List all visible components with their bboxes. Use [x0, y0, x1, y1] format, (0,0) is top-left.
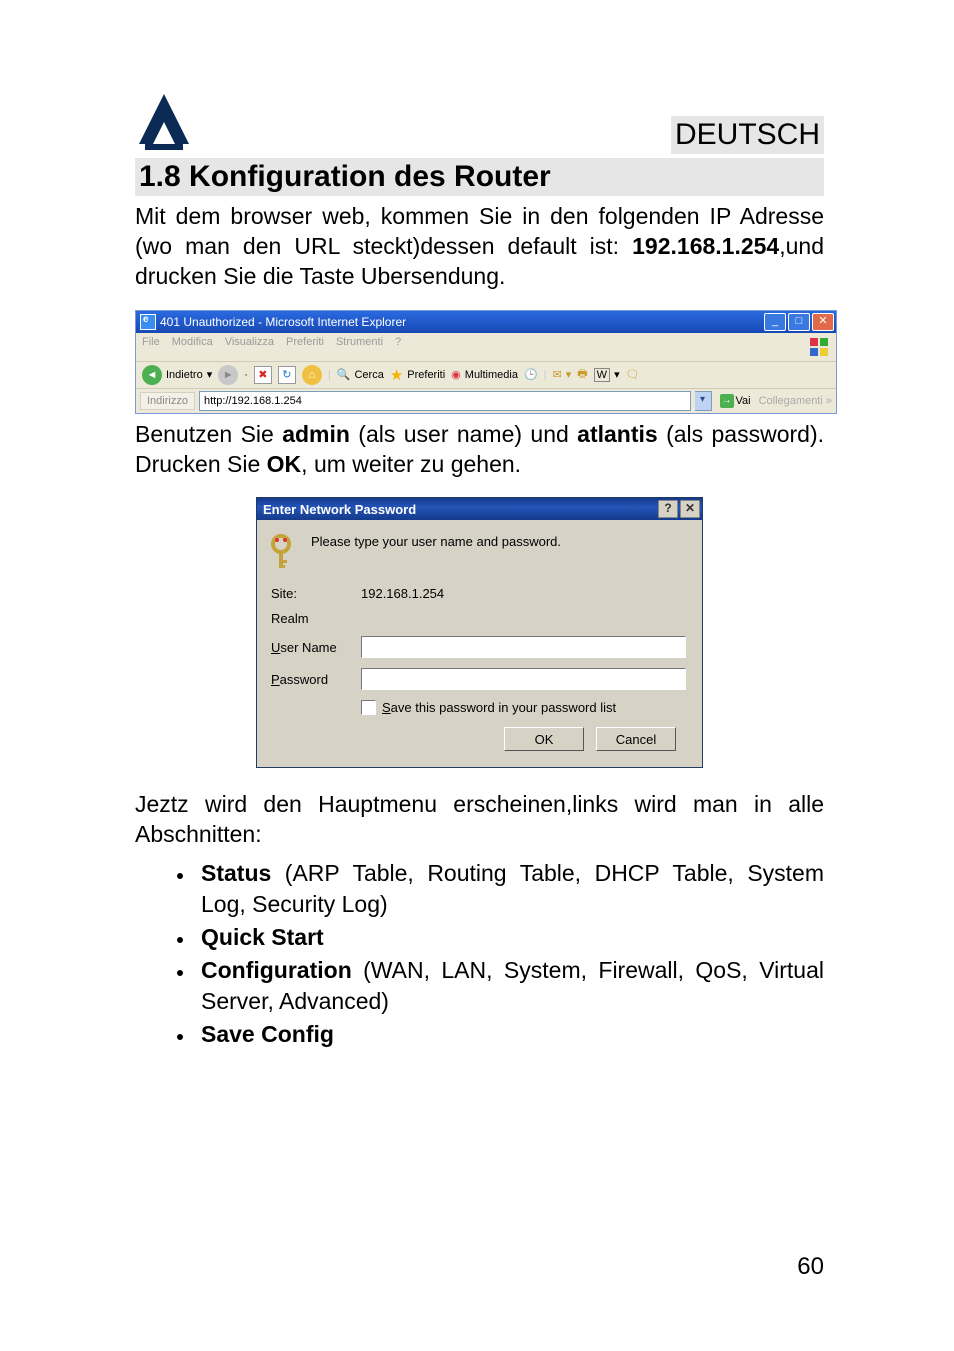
menu-file[interactable]: File	[142, 336, 160, 358]
back-button[interactable]: ◄Indietro▾	[142, 365, 212, 385]
links-label[interactable]: Collegamenti »	[759, 395, 832, 407]
p2-ok: OK	[267, 451, 302, 477]
stop-button[interactable]: ✖	[254, 366, 272, 384]
browser-toolbar: ◄Indietro▾ ► · ✖ ↻ ⌂ | 🔍Cerca ★Preferiti…	[136, 362, 836, 389]
list-item: Quick Start	[195, 922, 824, 953]
address-dropdown[interactable]: ▾	[695, 391, 712, 411]
password-dialog: Enter Network Password ? ✕ Please type y…	[256, 497, 703, 768]
p2-atlantis: atlantis	[577, 421, 658, 447]
browser-window: 401 Unauthorized - Microsoft Internet Ex…	[135, 310, 837, 414]
dialog-titlebar: Enter Network Password ? ✕	[257, 498, 702, 520]
dialog-close-button[interactable]: ✕	[680, 500, 700, 518]
brand-logo	[135, 90, 193, 154]
discuss-button[interactable]: 🗨	[626, 368, 640, 381]
ok-button[interactable]: OK	[504, 727, 584, 751]
minimize-button[interactable]: _	[764, 313, 786, 331]
realm-label: Realm	[271, 611, 361, 626]
address-label: Indirizzo	[140, 392, 195, 410]
intro-paragraph-1: Mit dem browser web, kommen Sie in den f…	[135, 202, 824, 292]
key-icon	[271, 534, 301, 572]
intro-paragraph-3: Jeztz wird den Hauptmenu erscheinen,link…	[135, 790, 824, 850]
forward-button[interactable]: ►	[218, 365, 238, 385]
browser-titlebar: 401 Unauthorized - Microsoft Internet Ex…	[136, 311, 836, 333]
username-input[interactable]	[361, 636, 686, 658]
home-button[interactable]: ⌂	[302, 365, 322, 385]
menu-favorites[interactable]: Preferiti	[286, 336, 324, 358]
favorites-button[interactable]: ★Preferiti	[390, 366, 445, 384]
ie-icon	[140, 314, 156, 330]
menu-tools[interactable]: Strumenti	[336, 336, 383, 358]
edit-button[interactable]: W▾	[594, 368, 620, 382]
search-button[interactable]: 🔍Cerca	[337, 368, 384, 381]
browser-menubar[interactable]: File Modifica Visualizza Preferiti Strum…	[136, 333, 836, 362]
password-input[interactable]	[361, 668, 686, 690]
username-label: User Name	[271, 640, 361, 655]
menu-help[interactable]: ?	[395, 336, 401, 358]
menu-view[interactable]: Visualizza	[225, 336, 274, 358]
password-label: Password	[271, 672, 361, 687]
site-label: Site:	[271, 586, 361, 601]
p2-d: , um weiter zu gehen.	[301, 451, 521, 477]
list-item: Save Config	[195, 1019, 824, 1050]
maximize-button[interactable]: □	[788, 313, 810, 331]
p2-b: (als user name) und	[350, 421, 577, 447]
windows-flag-icon	[808, 336, 830, 358]
site-value: 192.168.1.254	[361, 586, 444, 601]
cancel-button[interactable]: Cancel	[596, 727, 676, 751]
dialog-title: Enter Network Password	[263, 502, 656, 517]
dialog-intro-text: Please type your user name and password.	[311, 534, 561, 549]
save-password-label: Save this password in your password list	[382, 700, 616, 715]
p1-ip: 192.168.1.254	[632, 233, 779, 259]
history-button[interactable]: 🕒	[524, 368, 538, 381]
go-button[interactable]: →Vai	[716, 392, 755, 410]
list-item: Status (ARP Table, Routing Table, DHCP T…	[195, 858, 824, 920]
menu-sections-list: Status (ARP Table, Routing Table, DHCP T…	[195, 858, 824, 1050]
section-heading: 1.8 Konfiguration des Router	[135, 158, 824, 196]
close-button[interactable]: ✕	[812, 313, 834, 331]
address-bar-row: Indirizzo http://192.168.1.254 ▾ →Vai Co…	[136, 389, 836, 413]
dialog-help-button[interactable]: ?	[658, 500, 678, 518]
language-label: DEUTSCH	[675, 118, 820, 151]
p2-a: Benutzen Sie	[135, 421, 282, 447]
refresh-button[interactable]: ↻	[278, 366, 296, 384]
intro-paragraph-2: Benutzen Sie admin (als user name) und a…	[135, 420, 824, 480]
mail-button[interactable]: ✉▾	[553, 368, 572, 381]
menu-edit[interactable]: Modifica	[172, 336, 213, 358]
media-button[interactable]: ◉Multimedia	[451, 368, 518, 381]
page-number: 60	[797, 1253, 824, 1281]
save-password-checkbox[interactable]	[361, 700, 376, 715]
browser-title: 401 Unauthorized - Microsoft Internet Ex…	[160, 315, 764, 329]
address-input[interactable]: http://192.168.1.254	[199, 391, 691, 411]
p2-admin: admin	[282, 421, 350, 447]
list-item: Configuration (WAN, LAN, System, Firewal…	[195, 955, 824, 1017]
print-button[interactable]: 🖶	[577, 365, 587, 384]
